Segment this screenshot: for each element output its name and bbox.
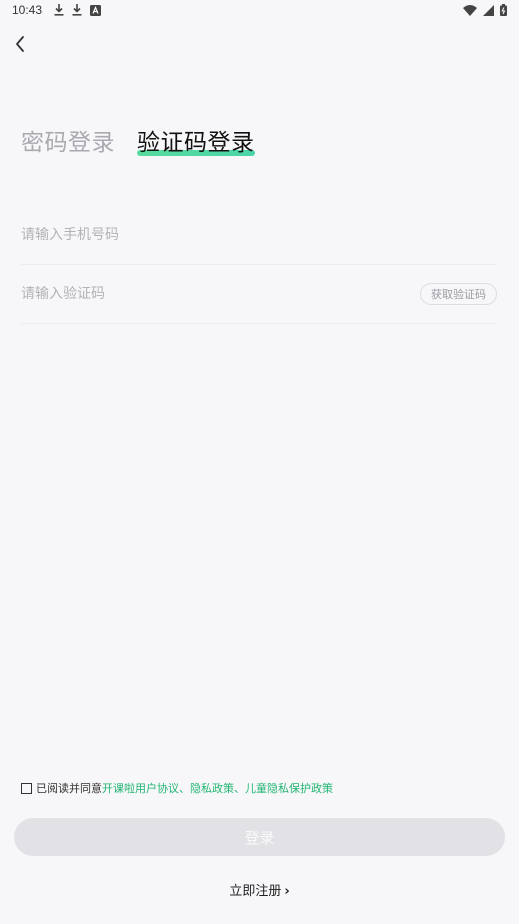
back-button[interactable] xyxy=(8,32,32,56)
agreement-separator: 、 xyxy=(234,782,245,795)
user-agreement-link[interactable]: 开课啦用户协议 xyxy=(102,780,179,796)
login-mode-tabs: 密码登录 验证码登录 xyxy=(21,123,255,157)
app-a-icon xyxy=(90,4,101,16)
code-field: 获取验证码 xyxy=(21,265,497,324)
status-time: 10:43 xyxy=(12,3,43,17)
register-label: 立即注册 xyxy=(229,884,282,899)
agreement-checkbox[interactable] xyxy=(21,782,32,794)
chevron-left-icon xyxy=(14,35,26,53)
download-icon xyxy=(72,4,82,16)
register-link[interactable]: 立即注册 › xyxy=(0,880,519,899)
tab-password-login[interactable]: 密码登录 xyxy=(21,123,115,157)
phone-field xyxy=(21,206,497,265)
status-notification-icons xyxy=(54,4,101,16)
get-code-button[interactable]: 获取验证码 xyxy=(420,283,497,305)
status-bar: 10:43 xyxy=(0,0,519,22)
signal-icon xyxy=(483,4,494,16)
status-system-icons xyxy=(463,4,507,16)
privacy-policy-link[interactable]: 隐私政策 xyxy=(190,780,234,796)
tab-code-login[interactable]: 验证码登录 xyxy=(137,123,255,157)
child-privacy-policy-link[interactable]: 儿童隐私保护政策 xyxy=(245,780,333,796)
download-icon xyxy=(54,4,64,16)
agreement-row: 已阅读并同意 开课啦用户协议 、 隐私政策 、 儿童隐私保护政策 xyxy=(21,780,333,796)
tab-code-login-label: 验证码登录 xyxy=(137,130,255,156)
battery-icon xyxy=(500,4,507,16)
login-button[interactable]: 登录 xyxy=(14,818,505,856)
chevron-right-icon: › xyxy=(284,884,290,899)
verification-code-input[interactable] xyxy=(21,286,420,302)
agreement-separator: 、 xyxy=(179,782,190,795)
phone-input[interactable] xyxy=(21,227,497,243)
wifi-icon xyxy=(463,4,477,16)
agreement-prefix: 已阅读并同意 xyxy=(36,782,102,795)
